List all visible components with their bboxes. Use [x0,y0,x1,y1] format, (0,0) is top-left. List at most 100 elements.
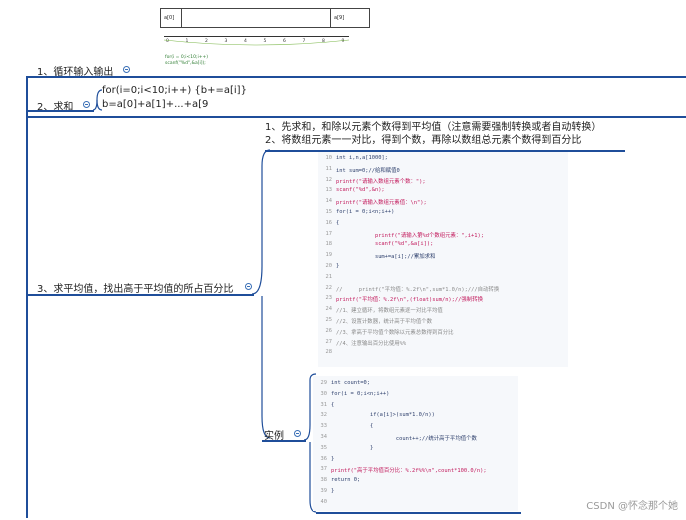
code-line: 25//2、设置计数器，统计高于平均值个数 [318,317,568,328]
code-text: sum+=a[i];//累加求和 [336,254,436,261]
line-number: 38 [320,477,328,484]
node-average-underline [26,294,254,296]
node-example-collapse-icon[interactable] [294,430,301,437]
node-average[interactable]: 3、求平均值，找出高于平均值的所占百分比 [37,280,233,295]
code-line: 38 return 0; [313,477,518,488]
code-line: 12 printf("请输入数组元素个数："); [318,177,568,188]
code-line: 34 count++;//统计高于平均值个数 [313,434,518,445]
code-text: } [331,488,335,494]
code-text: //4、注意输出百分比使用%% [336,340,407,347]
code-line: 23 printf("平均值：%.2f\n",(float)sum/n);//强制… [318,295,568,306]
node-sum-note-2: b=a[0]+a[1]+...+a[9 [102,99,209,110]
line-number: 29 [320,380,328,386]
node-loop-io-underline [26,76,686,78]
code-text: printf("请输入数组元素个数："); [336,178,426,185]
code-block-2: 29 int count=0; 30 for(i = 0;i<n;i++) 31{32 … [313,376,518,511]
node-average-note-1: 1、先求和，和除以元素个数得到平均值（注意需要强制转换或者自动转换） [265,122,602,133]
code-line: 39} [313,488,518,499]
line-number: 24 [325,306,333,313]
mindmap-spine [26,76,28,518]
line-number: 11 [325,165,333,172]
code-text: int count=0; [331,380,370,386]
code-text: printf("高于平均值百分比：%.2f%%\n",count*100.0/n… [331,468,487,475]
code-line: 36} [313,456,518,467]
line-number: 34 [320,434,328,440]
line-number: 40 [320,498,328,505]
code-text: int i,n,a[1000]; [336,155,388,161]
code-line: 35 } [313,445,518,456]
node-sum-underline [26,110,94,112]
code-text: { [331,401,335,408]
array-cell-first: a[0] [160,8,182,28]
line-number: 18 [325,241,333,248]
code-text: printf("请输入数组元素值：\n"); [336,200,427,207]
code-line: 37 printf("高于平均值百分比：%.2f%%\n",count*100.0… [313,466,518,477]
line-number: 27 [325,338,333,345]
code-line: 33 { [313,423,518,434]
code-line: 28 [318,349,568,360]
code-text: scanf("%d",&n); [336,187,385,194]
line-number: 15 [325,209,333,215]
code-line: 17 printf("请输入第%d个数组元素：",i+1); [318,231,568,242]
code-line: 16{ [318,220,568,231]
line-number: 39 [320,488,328,494]
code-text: //3、拿高于平均值个数除以元素总数得到百分比 [336,329,454,336]
line-number: 35 [320,444,328,451]
code-text: count++;//统计高于平均值个数 [331,436,477,442]
code-line: 22// printf("平均值：%.2f\n",sum*1.0/n);///自… [318,285,568,296]
line-number: 32 [320,412,328,419]
code-line: 20} [318,263,568,274]
node-sum-collapse-icon[interactable] [83,101,90,108]
node-average-collapse-icon[interactable] [245,283,252,290]
code-text: int sum=0;//给和赋值0 [336,167,400,174]
code-line: 31{ [313,402,518,413]
code-line: 24//1、建立循环，将数组元素逐一对比平均值 [318,306,568,317]
code-text: } [331,455,335,462]
line-number: 28 [325,349,333,356]
line-number: 10 [325,155,333,161]
code-line: 40 [313,499,518,510]
csdn-watermark: CSDN @怀念那个她 [586,501,678,512]
line-number: 12 [325,176,333,183]
code-text: printf("请输入第%d个数组元素：",i+1); [336,232,485,239]
code-text: //1、建立循环，将数组元素逐一对比平均值 [336,308,443,315]
code-line: 13 scanf("%d",&n); [318,187,568,198]
line-number: 37 [320,466,328,473]
node-sum-note-1: for(i=0;i<10;i++) {b+=a[i]} [102,85,247,96]
code-line: 27//4、注意输出百分比使用%% [318,339,568,350]
code-line: 21 [318,274,568,285]
code-block-1: 10 int i,n,a[1000]; 11 int sum=0;//给和赋值0 12 p… [318,152,568,367]
code-line: 30 for(i = 0;i<n;i++) [313,391,518,402]
code-line: 11 int sum=0;//给和赋值0 [318,166,568,177]
code-text: if(a[i]>(sum*1.0/n)) [331,412,435,419]
code-line: 26//3、拿高于平均值个数除以元素总数得到百分比 [318,328,568,339]
code-line: 14 printf("请输入数组元素值：\n"); [318,198,568,209]
code-text: for(i = 0;i<n;i++) [336,209,395,215]
array-diagram: a[0] a[9] 0123456789 for(i = 0;i<10;i++)… [160,8,370,66]
line-number: 14 [325,198,333,205]
code-line: 32 if(a[i]>(sum*1.0/n)) [313,412,518,423]
code-line: 10 int i,n,a[1000]; [318,155,568,166]
index-arc [164,39,350,46]
code-text: { [331,423,374,430]
node-loop-io-collapse-icon[interactable] [123,66,130,73]
code-text: } [336,263,340,269]
array-left-label: a[0] [164,15,175,21]
code-text: { [336,219,340,226]
line-number: 22 [325,284,333,291]
array-cell-middle [181,8,331,28]
diagram-caption-1: for(i = 0;i<10;i++) [165,55,209,60]
line-number: 17 [325,230,333,237]
line-number: 21 [325,273,333,280]
line-number: 36 [320,455,328,462]
line-number: 26 [325,327,333,334]
diagram-caption-2: scanf("%d",&a[i]); [165,61,206,66]
code-line: 15 for(i = 0;i<n;i++) [318,209,568,220]
example-block-underline [316,512,521,514]
line-number: 25 [325,317,333,323]
code-text: printf("平均值：%.2f\n",(float)sum/n);//强制转换 [336,297,483,304]
code-line: 19 sum+=a[i];//累加求和 [318,252,568,263]
node-average-note-2: 2、将数组元素一一对比，得到个数，再除以数组总元素个数得到百分比 [265,135,582,146]
node-sum-note-underline [26,116,686,118]
node-average-connector [252,149,271,439]
